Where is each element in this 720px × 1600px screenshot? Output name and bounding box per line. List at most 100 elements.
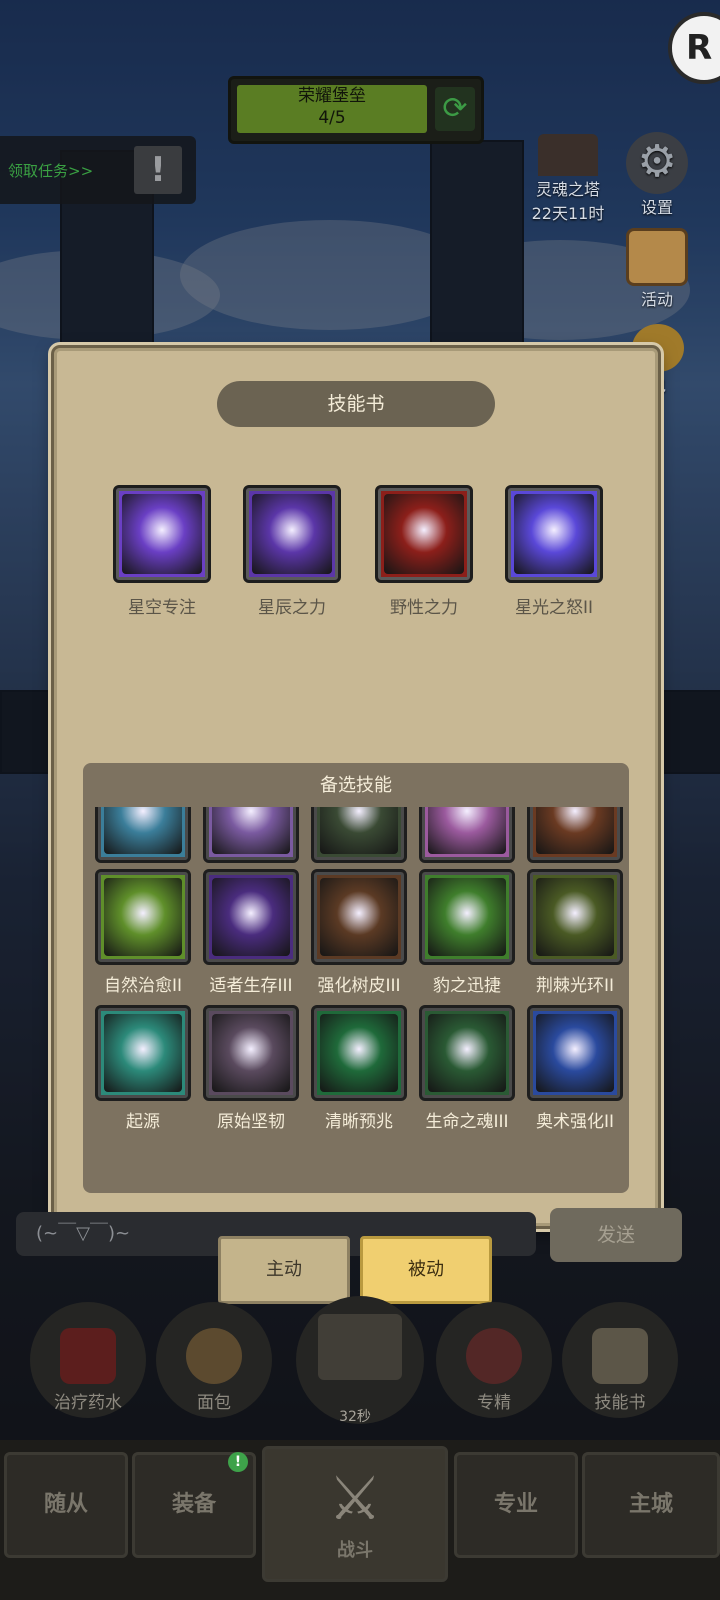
refresh-icon[interactable]: ⟳ bbox=[435, 87, 475, 131]
skill-art bbox=[104, 1014, 182, 1092]
skill-art bbox=[104, 807, 182, 854]
nav-battle[interactable]: ⚔ 战斗 bbox=[262, 1446, 448, 1582]
equipped-skill-slot[interactable]: 野性之力 bbox=[359, 485, 489, 618]
alternate-skills-grid[interactable]: 旅者形态自然回春根须缠绕星界沟通狂暴回复自然治愈II适者生存III强化树皮III… bbox=[83, 807, 629, 1189]
skill-book-panel: 技能书 星空专注星辰之力野性之力星光之怒II 备选技能 旅者形态自然回春根须缠绕… bbox=[54, 348, 658, 1226]
skill-icon bbox=[505, 485, 603, 583]
mastery-button[interactable]: 专精 bbox=[436, 1302, 552, 1418]
alternate-skill-item[interactable]: 适者生存III bbox=[197, 869, 305, 996]
skill-icon bbox=[203, 807, 299, 863]
nav-profession[interactable]: 专业 bbox=[454, 1452, 578, 1558]
tab-passive[interactable]: 被动 bbox=[360, 1236, 492, 1304]
alternate-skill-item[interactable]: 强化树皮III bbox=[305, 869, 413, 996]
gear-icon: ⚙ bbox=[626, 132, 688, 194]
exclamation-icon: ! bbox=[134, 146, 182, 194]
skill-art bbox=[536, 807, 614, 854]
nav-main-city[interactable]: 主城 bbox=[582, 1452, 720, 1558]
area-progress-bar: 荣耀堡垒 4/5 bbox=[237, 85, 427, 133]
skill-name: 原始坚韧 bbox=[217, 1112, 285, 1132]
alternate-skill-item[interactable]: 奥术强化II bbox=[521, 1005, 629, 1132]
scroll-icon bbox=[626, 228, 688, 286]
skill-art bbox=[384, 494, 464, 574]
skill-name: 星空专注 bbox=[128, 598, 196, 618]
skill-icon bbox=[419, 869, 515, 965]
skill-art bbox=[212, 878, 290, 956]
notification-badge: ! bbox=[228, 1452, 248, 1472]
skill-art bbox=[428, 878, 506, 956]
skill-name: 野性之力 bbox=[390, 598, 458, 618]
skill-art bbox=[104, 878, 182, 956]
equipped-skill-slot[interactable]: 星辰之力 bbox=[227, 485, 357, 618]
target-icon bbox=[466, 1328, 522, 1384]
skill-name: 生命之魂III bbox=[425, 1112, 509, 1132]
mastery-label: 专精 bbox=[477, 1393, 511, 1413]
skill-name: 强化树皮III bbox=[317, 976, 401, 996]
equipped-skill-slot[interactable]: 星空专注 bbox=[97, 485, 227, 618]
panel-title: 技能书 bbox=[217, 381, 495, 427]
nav-followers[interactable]: 随从 bbox=[4, 1452, 128, 1558]
chest-button[interactable] bbox=[296, 1296, 424, 1424]
tab-active[interactable]: 主动 bbox=[218, 1236, 350, 1304]
settings-label: 设置 bbox=[640, 198, 673, 217]
skill-name: 星光之怒II bbox=[514, 598, 594, 618]
alternate-skill-item[interactable]: 荆棘光环II bbox=[521, 869, 629, 996]
alternate-skill-item[interactable]: 起源 bbox=[89, 1005, 197, 1132]
area-progress: 4/5 bbox=[318, 108, 346, 128]
skill-icon bbox=[311, 1005, 407, 1101]
alternate-skill-item[interactable]: 豹之迅捷 bbox=[413, 869, 521, 996]
skill-icon bbox=[527, 869, 623, 965]
skill-art bbox=[536, 878, 614, 956]
skill-name: 星辰之力 bbox=[258, 598, 326, 618]
skill-book-button[interactable]: 技能书 bbox=[562, 1302, 678, 1418]
bread-icon bbox=[186, 1328, 242, 1384]
tower-icon bbox=[538, 134, 598, 176]
skill-name: 适者生存III bbox=[209, 976, 293, 996]
area-banner[interactable]: 荣耀堡垒 4/5 ⟳ bbox=[228, 76, 484, 144]
nav-battle-label: 战斗 bbox=[337, 1540, 373, 1561]
skill-icon bbox=[203, 1005, 299, 1101]
alternate-skill-item[interactable]: 清晰预兆 bbox=[305, 1005, 413, 1132]
skill-icon bbox=[527, 807, 623, 863]
settings-button[interactable]: ⚙ 设置 bbox=[618, 132, 696, 218]
skill-art bbox=[122, 494, 202, 574]
soul-tower-button[interactable]: 灵魂之塔 22天11时 bbox=[520, 134, 616, 224]
alternate-skills-section: 备选技能 旅者形态自然回春根须缠绕星界沟通狂暴回复自然治愈II适者生存III强化… bbox=[83, 763, 629, 1193]
area-name: 荣耀堡垒 bbox=[298, 86, 366, 106]
skill-art bbox=[536, 1014, 614, 1092]
skill-art bbox=[252, 494, 332, 574]
bread-button[interactable]: 面包 bbox=[156, 1302, 272, 1418]
book-icon bbox=[592, 1328, 648, 1384]
skill-icon bbox=[375, 485, 473, 583]
heal-potion-button[interactable]: 治疗药水 bbox=[30, 1302, 146, 1418]
skill-art bbox=[320, 878, 398, 956]
alternate-skill-item[interactable]: 自然治愈II bbox=[89, 869, 197, 996]
skill-name: 荆棘光环II bbox=[535, 976, 615, 996]
skill-art bbox=[514, 494, 594, 574]
potion-icon bbox=[60, 1328, 116, 1384]
quest-button[interactable]: 领取任务>> ! bbox=[0, 136, 196, 204]
send-button[interactable]: 发送 bbox=[550, 1208, 682, 1262]
skill-name: 豹之迅捷 bbox=[433, 976, 501, 996]
tower-label: 灵魂之塔 bbox=[535, 180, 600, 199]
skill-icon bbox=[203, 869, 299, 965]
alternate-skill-item[interactable]: 生命之魂III bbox=[413, 1005, 521, 1132]
activity-button[interactable]: 活动 bbox=[618, 228, 696, 310]
chest-timer: 32秒 bbox=[339, 1409, 371, 1425]
skill-art bbox=[428, 807, 506, 854]
alternate-skill-item[interactable]: 原始坚韧 bbox=[197, 1005, 305, 1132]
skill-icon bbox=[311, 869, 407, 965]
bread-label: 面包 bbox=[197, 1393, 231, 1413]
skill-name: 清晰预兆 bbox=[325, 1112, 393, 1132]
skill-icon bbox=[95, 869, 191, 965]
skill-icon bbox=[527, 1005, 623, 1101]
heal-potion-label: 治疗药水 bbox=[54, 1393, 122, 1413]
activity-label: 活动 bbox=[640, 290, 673, 309]
skill-name: 起源 bbox=[126, 1112, 160, 1132]
alternate-skills-title: 备选技能 bbox=[320, 775, 392, 796]
skill-icon bbox=[95, 807, 191, 863]
skill-icon bbox=[95, 1005, 191, 1101]
equipped-skill-slot[interactable]: 星光之怒II bbox=[489, 485, 619, 618]
skill-icon bbox=[419, 807, 515, 863]
skill-icon bbox=[419, 1005, 515, 1101]
skill-art bbox=[320, 807, 398, 854]
